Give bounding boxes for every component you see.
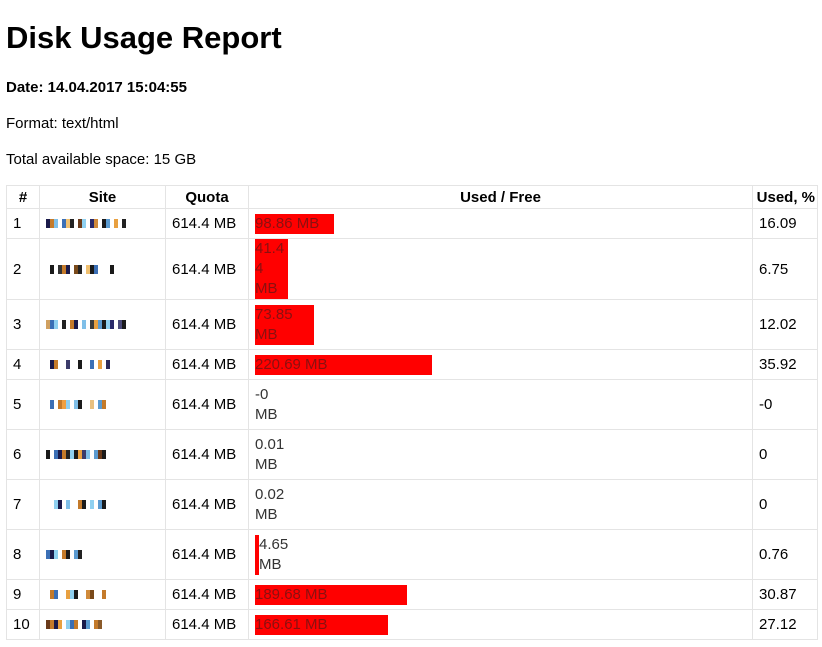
site-name-redacted[interactable] (39, 238, 166, 300)
site-name-redacted[interactable] (39, 349, 166, 380)
pixelated-site-icon (46, 618, 159, 632)
table-row: 9 614.4 MB 189.68 MB 30.87 (6, 579, 818, 610)
row-number: 8 (6, 529, 40, 580)
page-title: Disk Usage Report (6, 20, 282, 55)
used-free-cell: 166.61 MB (248, 609, 753, 640)
usage-bar: 4.65 MB (255, 534, 289, 575)
row-number: 2 (6, 238, 40, 300)
site-name-redacted[interactable] (39, 208, 166, 239)
used-percent: 0.76 (752, 529, 818, 580)
used-percent: -0 (752, 379, 818, 430)
row-number: 6 (6, 429, 40, 480)
table-row: 10 614.4 MB 166.61 MB 27.12 (6, 609, 818, 640)
usage-bar: 0.02 MB (255, 485, 285, 523)
row-number: 4 (6, 349, 40, 380)
used-free-cell: 4.65 MB (248, 529, 753, 580)
usage-bar: 73.85 MB (255, 304, 314, 345)
quota-value: 614.4 MB (165, 479, 249, 530)
row-number: 7 (6, 479, 40, 530)
site-name-redacted[interactable] (39, 579, 166, 610)
site-name-redacted[interactable] (39, 479, 166, 530)
used-free-cell: 189.68 MB (248, 579, 753, 610)
used-free-cell: 73.85 MB (248, 299, 753, 350)
used-percent: 30.87 (752, 579, 818, 610)
used-percent: 0 (752, 479, 818, 530)
usage-bar: 166.61 MB (255, 614, 388, 635)
used-percent: 16.09 (752, 208, 818, 239)
report-date: Date: 14.04.2017 15:04:55 (6, 79, 187, 96)
site-name-redacted[interactable] (39, 529, 166, 580)
pixelated-site-icon (46, 318, 159, 332)
used-free-cell: 220.69 MB (248, 349, 753, 380)
pixelated-site-icon (46, 262, 159, 276)
total-space: Total available space: 15 GB (6, 151, 197, 168)
quota-value: 614.4 MB (165, 579, 249, 610)
col-header-site: Site (39, 185, 166, 209)
used-free-cell: 0.02 MB (248, 479, 753, 530)
used-free-cell: 0.01 MB (248, 429, 753, 480)
table-row: 5 614.4 MB -0 MB -0 (6, 379, 818, 430)
pixelated-site-icon (46, 588, 159, 602)
row-number: 3 (6, 299, 40, 350)
used-free-cell: 41.44 MB (248, 238, 753, 300)
col-header-quota: Quota (165, 185, 249, 209)
pixelated-site-icon (46, 548, 159, 562)
row-number: 5 (6, 379, 40, 430)
used-percent: 12.02 (752, 299, 818, 350)
quota-value: 614.4 MB (165, 529, 249, 580)
usage-bar: 0.01 MB (255, 435, 285, 473)
table-row: 2 614.4 MB 41.44 MB 6.75 (6, 238, 818, 300)
pixelated-site-icon (46, 398, 159, 412)
usage-bar: 189.68 MB (255, 584, 407, 605)
col-header-used-pct: Used, % (752, 185, 818, 209)
usage-bar: 41.44 MB (255, 239, 288, 299)
used-percent: 0 (752, 429, 818, 480)
used-free-cell: 98.86 MB (248, 208, 753, 239)
report-format: Format: text/html (6, 115, 119, 132)
pixelated-site-icon (46, 217, 159, 231)
used-percent: 35.92 (752, 349, 818, 380)
quota-value: 614.4 MB (165, 379, 249, 430)
quota-value: 614.4 MB (165, 609, 249, 640)
quota-value: 614.4 MB (165, 349, 249, 380)
site-name-redacted[interactable] (39, 299, 166, 350)
site-name-redacted[interactable] (39, 429, 166, 480)
quota-value: 614.4 MB (165, 299, 249, 350)
used-percent: 27.12 (752, 609, 818, 640)
usage-table: # Site Quota Used / Free Used, % 1 614.4 … (6, 185, 818, 640)
pixelated-site-icon (46, 358, 159, 372)
row-number: 9 (6, 579, 40, 610)
report-header: Disk Usage Report Date: 14.04.2017 15:04… (6, 0, 818, 169)
table-row: 7 614.4 MB 0.02 MB 0 (6, 479, 818, 530)
col-header-used-free: Used / Free (248, 185, 753, 209)
usage-bar: -0 MB (255, 385, 278, 423)
used-free-cell: -0 MB (248, 379, 753, 430)
quota-value: 614.4 MB (165, 208, 249, 239)
table-row: 3 614.4 MB 73.85 MB 12.02 (6, 299, 818, 350)
table-header-row: # Site Quota Used / Free Used, % (6, 185, 818, 209)
site-name-redacted[interactable] (39, 609, 166, 640)
col-header-num: # (6, 185, 40, 209)
table-row: 4 614.4 MB 220.69 MB 35.92 (6, 349, 818, 380)
site-name-redacted[interactable] (39, 379, 166, 430)
table-row: 6 614.4 MB 0.01 MB 0 (6, 429, 818, 480)
usage-bar: 220.69 MB (255, 354, 432, 375)
quota-value: 614.4 MB (165, 429, 249, 480)
usage-bar: 98.86 MB (255, 213, 334, 234)
quota-value: 614.4 MB (165, 238, 249, 300)
row-number: 1 (6, 208, 40, 239)
row-number: 10 (6, 609, 40, 640)
table-row: 1 614.4 MB 98.86 MB 16.09 (6, 208, 818, 239)
table-row: 8 614.4 MB 4.65 MB 0.76 (6, 529, 818, 580)
pixelated-site-icon (46, 498, 159, 512)
used-percent: 6.75 (752, 238, 818, 300)
pixelated-site-icon (46, 448, 159, 462)
